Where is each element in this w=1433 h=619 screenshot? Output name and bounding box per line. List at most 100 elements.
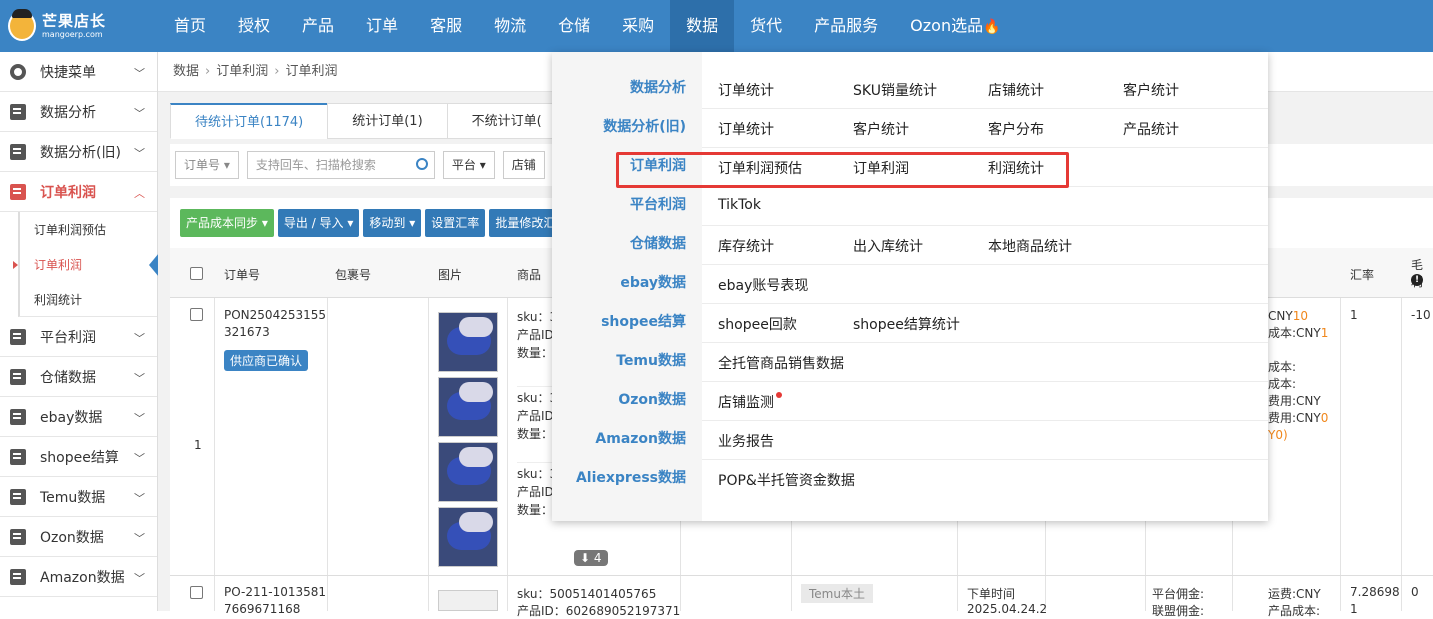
menu-product-stats[interactable]: 产品统计 <box>1123 119 1179 139</box>
menu-inventory-stats[interactable]: 库存统计 <box>718 236 774 256</box>
shipping-label: 运费:CNY <box>1268 587 1321 601</box>
mega-cat-data-analysis[interactable]: 数据分析 <box>552 69 702 108</box>
move-to-button[interactable]: 移动到 ▾ <box>363 209 422 237</box>
menu-shopee-payout[interactable]: shopee回款 <box>718 314 797 334</box>
gross-profit-value: 0 <box>1411 585 1419 599</box>
product-image[interactable] <box>438 312 498 372</box>
mega-cat-warehouse-data[interactable]: 仓储数据 <box>552 225 702 264</box>
breadcrumb-data[interactable]: 数据 <box>173 64 199 79</box>
set-rate-button[interactable]: 设置汇率 <box>425 209 486 237</box>
expand-more-button[interactable]: ⬇ 4 <box>574 550 608 566</box>
order-no-line1[interactable]: PO-211-1013581 <box>224 585 326 599</box>
sidebar-sub-profit-stats[interactable]: 利润统计 <box>18 282 157 317</box>
search-icon[interactable] <box>415 158 428 170</box>
mega-cat-ebay-data[interactable]: ebay数据 <box>552 264 702 303</box>
nav-auth[interactable]: 授权 <box>222 0 286 52</box>
menu-customer-distribution[interactable]: 客户分布 <box>988 119 1044 139</box>
sidebar-item-data-analysis-old[interactable]: 数据分析(旧) ﹀ <box>0 132 157 172</box>
breadcrumb-order-profit[interactable]: 订单利润 <box>216 64 268 79</box>
row-checkbox[interactable] <box>190 586 203 599</box>
menu-order-stats[interactable]: 订单统计 <box>718 80 774 100</box>
platform-select[interactable]: 平台 ▾ <box>442 151 495 179</box>
nav-home[interactable]: 首页 <box>158 0 222 52</box>
sidebar-item-order-profit[interactable]: 订单利润 ︿ <box>0 172 157 212</box>
menu-ebay-account-performance[interactable]: ebay账号表现 <box>718 275 808 295</box>
chevron-down-icon: ﹀ <box>134 412 145 425</box>
logo[interactable]: 芒果店长 mangoerp.com <box>0 0 158 52</box>
search-input[interactable]: 支持回车、扫描枪搜索 <box>246 151 435 179</box>
doc-icon <box>10 368 26 385</box>
table-row: PO-211-1013581 7669671168 sku：5005140140… <box>170 576 1433 618</box>
order-no-line2[interactable]: 7669671168 <box>224 602 300 616</box>
mega-cat-platform-profit[interactable]: 平台利润 <box>552 186 702 225</box>
info-icon[interactable]: ! <box>1411 274 1423 286</box>
menu-store-monitor[interactable]: 店铺监测 <box>718 392 782 412</box>
nav-service[interactable]: 客服 <box>414 0 478 52</box>
sidebar-sub-order-profit[interactable]: 订单利润 <box>13 247 159 282</box>
sidebar-item-shopee-settlement[interactable]: shopee结算 ﹀ <box>0 437 157 477</box>
tab-not-counted[interactable]: 不统计订单( <box>446 103 567 139</box>
order-no-line2[interactable]: 321673 <box>224 325 270 339</box>
tab-pending[interactable]: 待统计订单(1174) <box>170 103 329 139</box>
product-image[interactable] <box>438 442 498 502</box>
menu-business-report[interactable]: 业务报告 <box>718 431 774 451</box>
export-import-button[interactable]: 导出 / 导入 ▾ <box>277 209 360 237</box>
mega-cat-shopee-settlement[interactable]: shopee结算 <box>552 303 702 342</box>
order-no-select[interactable]: 订单号 ▾ <box>175 151 239 179</box>
nav-ozon-selection[interactable]: Ozon选品🔥 <box>894 0 1016 52</box>
select-all-checkbox[interactable] <box>190 267 203 280</box>
menu-tiktok[interactable]: TikTok <box>718 197 761 213</box>
product-image[interactable] <box>438 507 498 567</box>
breadcrumb-current: 订单利润 <box>285 64 338 79</box>
menu-local-product-stats[interactable]: 本地商品统计 <box>988 236 1072 256</box>
menu-customer-stats[interactable]: 客户统计 <box>1123 80 1179 100</box>
menu-shopee-settlement-stats[interactable]: shopee结算统计 <box>853 314 960 334</box>
menu-inout-stats[interactable]: 出入库统计 <box>853 236 923 256</box>
nav-logistics[interactable]: 物流 <box>478 0 542 52</box>
nav-order[interactable]: 订单 <box>350 0 414 52</box>
menu-temu-full-managed-sales[interactable]: 全托管商品销售数据 <box>718 353 844 373</box>
sidebar-item-warehouse-data[interactable]: 仓储数据 ﹀ <box>0 357 157 397</box>
nav-warehouse[interactable]: 仓储 <box>542 0 606 52</box>
product-image[interactable] <box>438 590 498 611</box>
mega-cat-data-analysis-old[interactable]: 数据分析(旧) <box>552 108 702 147</box>
product-image[interactable] <box>438 377 498 437</box>
mega-cat-aliexpress-data[interactable]: Aliexpress数据 <box>552 459 702 498</box>
nav-purchase[interactable]: 采购 <box>606 0 670 52</box>
menu-old-customer-stats[interactable]: 客户统计 <box>853 119 909 139</box>
sidebar-item-amazon-data[interactable]: Amazon数据 ﹀ <box>0 557 157 597</box>
order-tabs: 待统计订单(1174) 统计订单(1) 不统计订单( <box>170 103 567 139</box>
row-checkbox[interactable] <box>190 308 203 321</box>
sidebar-item-ozon-data[interactable]: Ozon数据 ﹀ <box>0 517 157 557</box>
nav-data[interactable]: 数据 <box>670 0 735 52</box>
doc-icon <box>10 528 26 545</box>
menu-store-stats[interactable]: 店铺统计 <box>988 80 1044 100</box>
col-image: 图片 <box>438 268 463 282</box>
fire-icon: 🔥 <box>983 19 1001 35</box>
nav-product-service[interactable]: 产品服务 <box>798 0 894 52</box>
sidebar-item-label: Temu数据 <box>40 489 106 506</box>
menu-old-order-stats[interactable]: 订单统计 <box>718 119 774 139</box>
nav-product[interactable]: 产品 <box>286 0 350 52</box>
order-no-line1[interactable]: PON2504253155 <box>224 308 326 322</box>
sidebar-item-label: 订单利润 <box>40 184 96 201</box>
sidebar-item-temu-data[interactable]: Temu数据 ﹀ <box>0 477 157 517</box>
cost-label: 成本:CNY <box>1268 326 1321 340</box>
sidebar-item-ebay-data[interactable]: ebay数据 ﹀ <box>0 397 157 437</box>
mega-cat-amazon-data[interactable]: Amazon数据 <box>552 420 702 459</box>
sidebar-item-platform-profit[interactable]: 平台利润 ﹀ <box>0 317 157 357</box>
menu-sku-sales-stats[interactable]: SKU销量统计 <box>853 80 937 100</box>
mega-cat-temu-data[interactable]: Temu数据 <box>552 342 702 381</box>
batch-edit-rate-button[interactable]: 批量修改汇 <box>489 209 562 237</box>
sidebar-item-data-analysis[interactable]: 数据分析 ﹀ <box>0 92 157 132</box>
sidebar-sub-profit-estimate[interactable]: 订单利润预估 <box>18 212 157 247</box>
nav-ozon-selection-label: Ozon选品 <box>910 16 984 35</box>
store-select[interactable]: 店铺 <box>502 151 545 179</box>
nav-forwarding[interactable]: 货代 <box>734 0 798 52</box>
tab-counted[interactable]: 统计订单(1) <box>327 103 448 139</box>
mega-cat-ozon-data[interactable]: Ozon数据 <box>552 381 702 420</box>
chevron-down-icon: ﹀ <box>134 572 145 585</box>
product-cost-sync-button[interactable]: 产品成本同步 ▾ <box>180 209 274 237</box>
sidebar-item-shortcuts[interactable]: 快捷菜单 ﹀ <box>0 52 157 92</box>
menu-pop-semi-managed-funds[interactable]: POP&半托管资金数据 <box>718 470 855 490</box>
